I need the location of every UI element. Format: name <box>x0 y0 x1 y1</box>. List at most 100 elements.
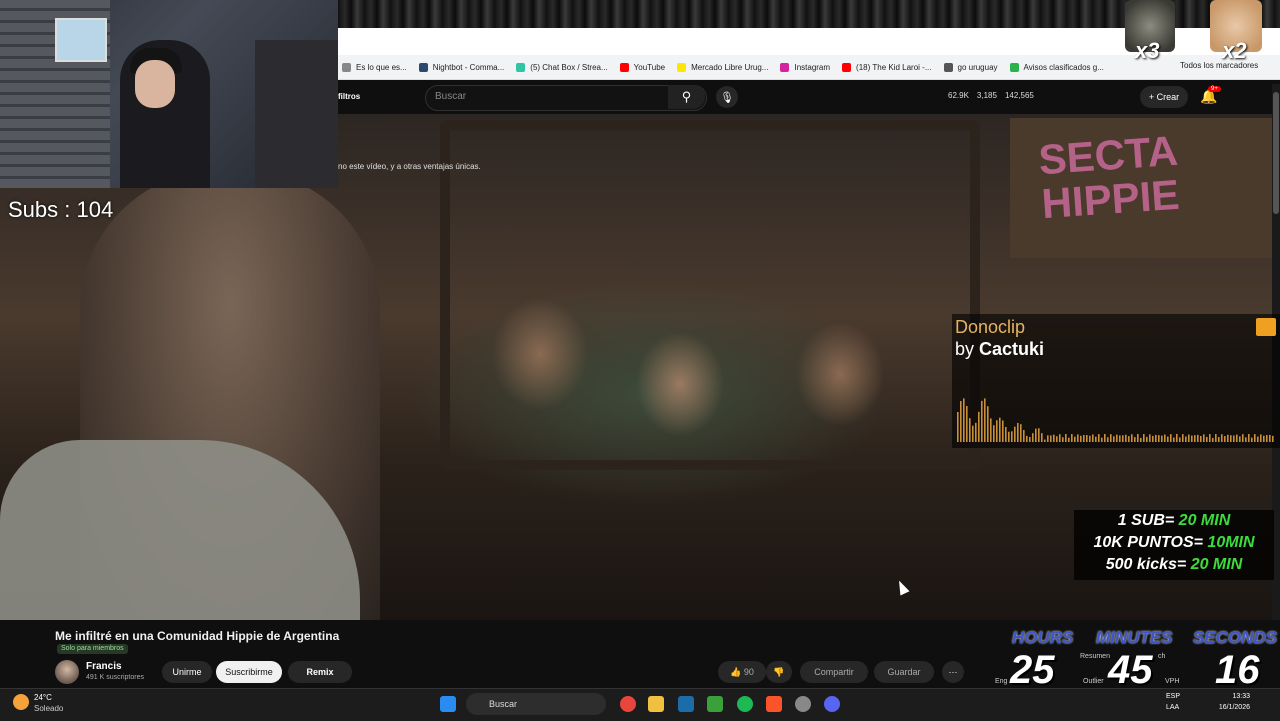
waveform-bar <box>990 418 992 442</box>
search-button[interactable]: ⚲ <box>668 85 705 109</box>
spotify-icon[interactable] <box>737 696 753 712</box>
waveform-bar <box>1083 434 1085 442</box>
waveform-bar <box>1023 430 1025 442</box>
clapperboard-icon <box>1256 318 1276 336</box>
stat-views: 62.9K <box>948 91 969 100</box>
remix-button[interactable]: Remix <box>288 661 352 683</box>
taskbar-search[interactable] <box>466 693 606 715</box>
waveform-bar <box>966 406 968 442</box>
waveform-bar <box>999 417 1001 442</box>
bookmark-label: Avisos clasificados g... <box>1023 62 1104 72</box>
search-placeholder: Buscar <box>435 91 467 102</box>
bookmark-item[interactable]: Es lo que es... <box>342 62 407 72</box>
waveform-bar <box>1200 435 1202 442</box>
bookmark-item[interactable]: go uruguay <box>943 62 998 72</box>
chrome-icon[interactable] <box>620 696 636 712</box>
waveform-bar <box>1248 434 1250 442</box>
waveform-bar <box>960 401 962 442</box>
clock-date[interactable]: 16/1/2026 <box>1210 704 1250 711</box>
dislike-button[interactable]: 👎 <box>766 661 792 683</box>
minecraft-icon[interactable] <box>707 696 723 712</box>
waveform-bar <box>1245 437 1247 442</box>
subs-counter: Subs : 104 <box>8 197 114 222</box>
bookmark-item[interactable]: Nightbot - Comma... <box>418 62 504 72</box>
filters-button[interactable]: filtros <box>338 92 360 101</box>
waveform-bar <box>1095 436 1097 442</box>
waveform-bar <box>1137 434 1139 442</box>
waveform-bar <box>1206 436 1208 442</box>
waveform-bar <box>1125 434 1127 442</box>
waveform-bar <box>1047 435 1049 442</box>
keyboard-language[interactable]: ESP <box>1166 693 1180 700</box>
waveform-bar <box>1215 434 1217 442</box>
waveform-bar <box>1233 435 1235 442</box>
waveform-bar <box>1005 426 1007 442</box>
bookmark-item[interactable]: Mercado Libre Urug... <box>677 62 768 72</box>
brave-icon[interactable] <box>766 696 782 712</box>
bookmark-label: YouTube <box>633 62 666 72</box>
more-icon: ··· <box>948 667 958 677</box>
waveform-bar <box>1143 434 1145 442</box>
ext-eng-label: Eng <box>995 678 1008 685</box>
waveform-bar <box>1209 434 1211 442</box>
channel-avatar[interactable] <box>55 660 79 684</box>
keyboard-layout[interactable]: LAA <box>1166 704 1179 711</box>
page-icon <box>342 62 351 72</box>
notification-badge: 9+ <box>1208 86 1221 92</box>
like-button[interactable]: 👍 90 <box>718 661 766 683</box>
channel-name[interactable]: Francis <box>86 661 122 672</box>
voice-search-button[interactable]: 🎙 <box>716 86 738 108</box>
waveform-bar <box>1146 436 1148 442</box>
waveform-bar <box>1224 436 1226 442</box>
waveform-bar <box>1221 434 1223 442</box>
ext-summary-tab[interactable]: Resumen <box>1080 653 1110 660</box>
waveform-bar <box>978 411 980 442</box>
search-input[interactable] <box>425 85 707 111</box>
bookmark-item[interactable]: Avisos clasificados g... <box>1009 62 1104 72</box>
waveform-bar <box>1014 426 1016 442</box>
stat-eye: 3,185 <box>976 91 997 100</box>
bookmark-item[interactable]: (18) The Kid Laroi -... <box>842 62 932 72</box>
waveform-bar <box>963 398 965 442</box>
waveform-bar <box>1074 436 1076 442</box>
bookmark-item[interactable]: YouTube <box>619 62 666 72</box>
waveform-bar <box>1164 434 1166 442</box>
waveform-bar <box>1107 437 1109 442</box>
more-options-button[interactable]: ··· <box>942 661 964 683</box>
all-bookmarks-link[interactable]: Todos los marcadores <box>1180 61 1258 70</box>
waveform-bar <box>1182 434 1184 442</box>
streamlabs-icon <box>516 62 526 72</box>
timer-minutes: 45 <box>1108 648 1153 692</box>
create-button[interactable]: + Crear <box>1140 86 1188 108</box>
discord-icon[interactable] <box>824 696 840 712</box>
weather-temperature[interactable]: 24°C <box>34 693 52 702</box>
gallito-icon <box>1009 62 1019 72</box>
waveform-bar <box>1065 434 1067 442</box>
waveform-bar <box>1092 434 1094 442</box>
waveform-bar <box>1062 437 1064 442</box>
weather-description[interactable]: Soleado <box>34 704 63 713</box>
steam-icon[interactable] <box>678 696 694 712</box>
youtube-icon <box>619 62 629 72</box>
bookmark-item[interactable]: (5) Chat Box / Strea... <box>516 62 608 72</box>
scrollbar-thumb[interactable] <box>1273 92 1279 214</box>
clock-time[interactable]: 13:33 <box>1222 693 1250 700</box>
waveform-bar <box>1080 435 1082 442</box>
members-only-badge: Solo para miembros <box>57 644 128 654</box>
waveform-bar <box>1110 434 1112 442</box>
share-button[interactable]: Compartir <box>800 661 868 683</box>
bookmark-item[interactable]: Instagram <box>780 62 830 72</box>
windows-start-icon[interactable] <box>440 696 456 712</box>
save-button[interactable]: Guardar <box>874 661 934 683</box>
obs-icon[interactable] <box>795 696 811 712</box>
ext-ch-tab[interactable]: ch <box>1158 653 1165 660</box>
video-truck-window <box>440 120 980 470</box>
waveform-bar <box>1158 435 1160 442</box>
folder-icon[interactable] <box>648 696 664 712</box>
timer-seconds-label: SECONDS <box>1193 628 1278 647</box>
join-button[interactable]: Unirme <box>162 661 212 683</box>
waveform-bar <box>1098 434 1100 442</box>
waveform-bar <box>981 400 983 442</box>
subscribe-button[interactable]: Suscribirme <box>216 661 282 683</box>
waveform-bar <box>969 418 971 442</box>
